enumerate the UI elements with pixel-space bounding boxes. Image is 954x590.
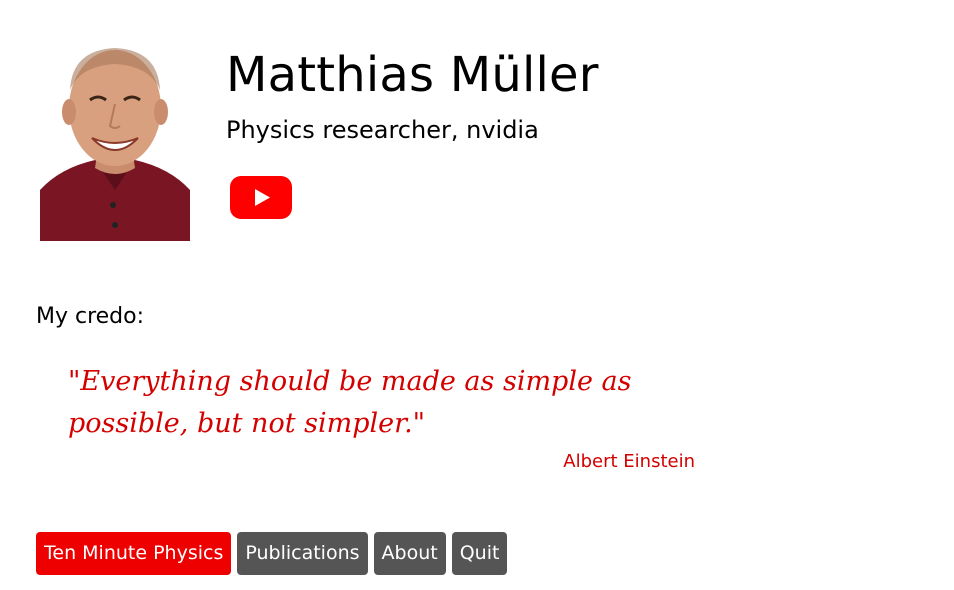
about-button[interactable]: About — [373, 532, 446, 575]
ten-minute-physics-button[interactable]: Ten Minute Physics — [36, 532, 232, 575]
youtube-icon[interactable] — [230, 176, 292, 219]
page-title: Matthias Müller — [226, 47, 599, 103]
credo-label: My credo: — [36, 304, 145, 329]
credo-quote: "Everything should be made as simple as … — [68, 366, 632, 439]
bottom-menu: Ten Minute Physics Publications About Qu… — [36, 532, 508, 575]
quit-button[interactable]: Quit — [451, 532, 508, 575]
publications-button[interactable]: Publications — [237, 532, 368, 575]
quote-author: Albert Einstein — [563, 451, 695, 472]
profile-photo — [40, 30, 190, 241]
profile-subtitle: Physics researcher, nvidia — [226, 116, 539, 144]
